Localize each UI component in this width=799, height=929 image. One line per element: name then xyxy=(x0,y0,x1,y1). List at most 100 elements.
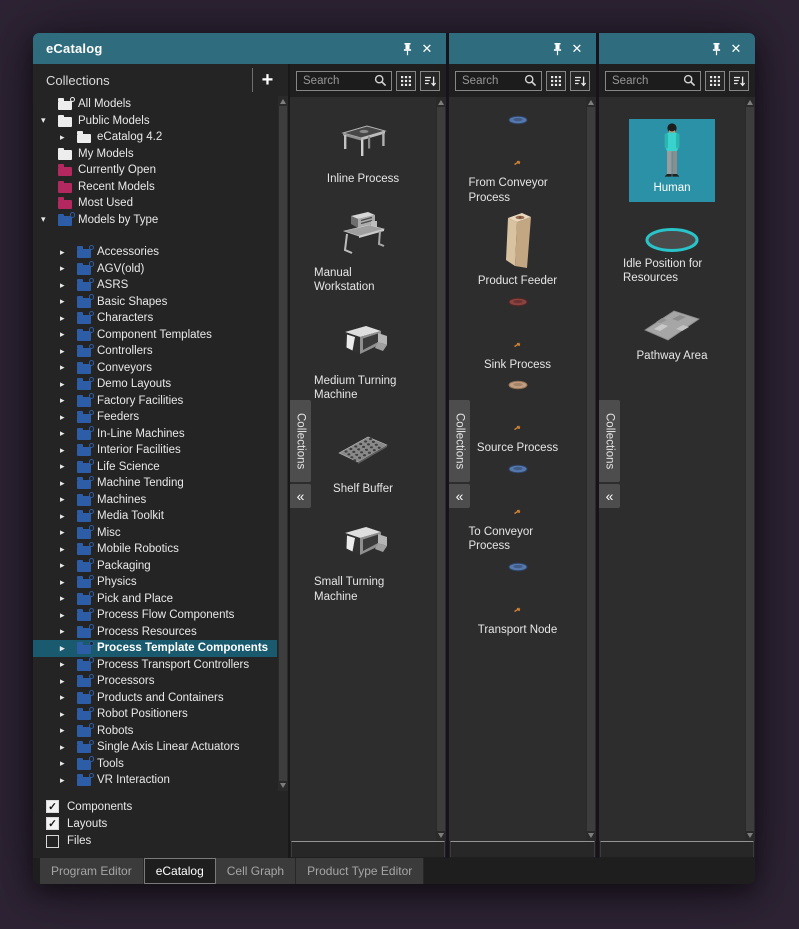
tree-item-process-resources[interactable]: ▸ Process Resources xyxy=(33,624,277,641)
expander-icon[interactable]: ▸ xyxy=(60,346,75,356)
catalog-item-product-feeder[interactable]: Product Feeder xyxy=(449,209,586,289)
tree-item-robot-positioners[interactable]: ▸ Robot Positioners xyxy=(33,706,277,723)
expander-icon[interactable]: ▸ xyxy=(60,445,75,455)
tree-item-most-used[interactable]: Most Used xyxy=(33,195,277,212)
scroll-down-icon[interactable] xyxy=(438,833,444,838)
tree-item-process-transport-controllers[interactable]: ▸ Process Transport Controllers xyxy=(33,657,277,674)
pin-icon[interactable] xyxy=(397,39,417,59)
expander-icon[interactable]: ▸ xyxy=(60,528,75,537)
collections-side-tab[interactable]: Collections « xyxy=(449,400,470,508)
checkbox-layouts[interactable]: ✓ xyxy=(46,817,59,831)
tree-item-models-by-type[interactable]: ▾ Models by Type xyxy=(33,212,277,229)
tab-cell-graph[interactable]: Cell Graph xyxy=(215,858,297,884)
scroll-down-icon[interactable] xyxy=(280,782,286,788)
tree-item-my-models[interactable]: My Models xyxy=(33,146,277,163)
tree-item-component-templates[interactable]: ▸ Component Templates xyxy=(33,327,277,344)
expander-icon[interactable]: ▸ xyxy=(60,247,75,257)
tree-item-physics[interactable]: ▸ Physics xyxy=(33,574,277,591)
catalog-item-small-turning-machine[interactable]: Small Turning Machine xyxy=(290,516,436,604)
tree-item-interior-facilities[interactable]: ▸ Interior Facilities xyxy=(33,442,277,459)
tree-item-controllers[interactable]: ▸ Controllers xyxy=(33,343,277,360)
catalog-item-pathway-area[interactable]: Pathway Area xyxy=(599,302,745,364)
collapse-chevron-icon[interactable]: « xyxy=(449,484,470,508)
add-collection-button[interactable]: + xyxy=(252,68,282,92)
tree-item-characters[interactable]: ▸ Characters xyxy=(33,310,277,327)
expander-icon[interactable]: ▸ xyxy=(60,742,75,752)
scrollbar-thumb[interactable] xyxy=(587,107,595,831)
close-icon[interactable]: ✕ xyxy=(417,39,437,59)
scrollbar-thumb[interactable] xyxy=(279,106,287,781)
expander-icon[interactable]: ▸ xyxy=(60,412,75,422)
expander-icon[interactable]: ▸ xyxy=(60,363,75,372)
expander-icon[interactable]: ▸ xyxy=(60,313,75,323)
tree-item-conveyors[interactable]: ▸ Conveyors xyxy=(33,360,277,377)
checkbox-components[interactable]: ✓ xyxy=(46,800,59,814)
panel-titlebar[interactable]: ✕ xyxy=(449,33,596,64)
side-tab-label[interactable]: Collections xyxy=(599,400,620,482)
sort-button[interactable] xyxy=(729,70,749,91)
expander-icon[interactable]: ▸ xyxy=(60,759,75,768)
expander-icon[interactable]: ▸ xyxy=(60,660,75,669)
expander-icon[interactable]: ▸ xyxy=(60,132,75,142)
expander-icon[interactable]: ▸ xyxy=(60,693,75,702)
scroll-up-icon[interactable] xyxy=(280,99,286,104)
side-tab-label[interactable]: Collections xyxy=(449,400,470,482)
catalog-item-from-conveyor-process[interactable]: From Conveyor Process xyxy=(449,111,586,205)
search-box[interactable] xyxy=(455,70,542,91)
expander-icon[interactable]: ▸ xyxy=(60,462,75,471)
tree-item-media-toolkit[interactable]: ▸ Media Toolkit xyxy=(33,508,277,525)
collapse-chevron-icon[interactable]: « xyxy=(290,484,311,508)
expander-icon[interactable]: ▸ xyxy=(60,511,75,521)
expander-icon[interactable]: ▾ xyxy=(41,116,56,125)
tree-item-recent-models[interactable]: Recent Models xyxy=(33,179,277,196)
expander-icon[interactable]: ▸ xyxy=(60,478,75,488)
pin-icon[interactable] xyxy=(547,39,567,59)
pin-icon[interactable] xyxy=(706,39,726,59)
tree-item-pick-and-place[interactable]: ▸ Pick and Place xyxy=(33,591,277,608)
expander-icon[interactable]: ▸ xyxy=(60,709,75,719)
collapse-chevron-icon[interactable]: « xyxy=(599,484,620,508)
close-icon[interactable]: ✕ xyxy=(567,39,587,59)
side-tab-label[interactable]: Collections xyxy=(290,400,311,482)
expander-icon[interactable]: ▸ xyxy=(60,676,75,686)
grid-view-button[interactable] xyxy=(396,70,416,91)
grid-view-button[interactable] xyxy=(546,70,566,91)
tree-item-packaging[interactable]: ▸ Packaging xyxy=(33,558,277,575)
tree-item-misc[interactable]: ▸ Misc xyxy=(33,525,277,542)
tree-item-machine-tending[interactable]: ▸ Machine Tending xyxy=(33,475,277,492)
expander-icon[interactable]: ▸ xyxy=(60,297,75,306)
tree-item-process-flow-components[interactable]: ▸ Process Flow Components xyxy=(33,607,277,624)
tree-item-factory-facilities[interactable]: ▸ Factory Facilities xyxy=(33,393,277,410)
catalog-item-manual-workstation[interactable]: Manual Workstation xyxy=(290,207,436,295)
tree-item-in-line-machines[interactable]: ▸ In-Line Machines xyxy=(33,426,277,443)
checkbox-files[interactable] xyxy=(46,834,59,848)
tree-item-machines[interactable]: ▸ Machines xyxy=(33,492,277,509)
tab-product-type-editor[interactable]: Product Type Editor xyxy=(296,858,425,884)
tree-item-robots[interactable]: ▸ Robots xyxy=(33,723,277,740)
tree-item-processors[interactable]: ▸ Processors xyxy=(33,673,277,690)
tab-ecatalog[interactable]: eCatalog xyxy=(143,858,216,884)
search-input[interactable] xyxy=(612,74,683,87)
search-box[interactable] xyxy=(296,70,392,91)
expander-icon[interactable]: ▸ xyxy=(60,544,75,554)
catalog-item-idle-position-for-resources[interactable]: Idle Position for Resources xyxy=(599,220,745,286)
expander-icon[interactable]: ▸ xyxy=(60,495,75,504)
expander-icon[interactable]: ▸ xyxy=(60,264,75,273)
close-icon[interactable]: ✕ xyxy=(726,39,746,59)
collections-side-tab[interactable]: Collections « xyxy=(290,400,311,508)
catalog-item-shelf-buffer[interactable]: Shelf Buffer xyxy=(290,423,436,497)
catalog-item-sink-process[interactable]: Sink Process xyxy=(449,293,586,373)
scroll-up-icon[interactable] xyxy=(438,100,444,105)
tree-item-agv-old[interactable]: ▸ AGV(old) xyxy=(33,261,277,278)
expander-icon[interactable]: ▸ xyxy=(60,643,75,653)
tree-item-vr-interaction[interactable]: ▸ VR Interaction xyxy=(33,772,277,789)
expander-icon[interactable]: ▸ xyxy=(60,379,75,389)
tree-item-single-axis-linear-actuators[interactable]: ▸ Single Axis Linear Actuators xyxy=(33,739,277,756)
sort-button[interactable] xyxy=(570,70,590,91)
tree-item-asrs[interactable]: ▸ ASRS xyxy=(33,277,277,294)
scrollbar-thumb[interactable] xyxy=(746,107,754,831)
expander-icon[interactable]: ▸ xyxy=(60,775,75,785)
tab-program-editor[interactable]: Program Editor xyxy=(40,858,144,884)
tree-item-all-models[interactable]: All Models xyxy=(33,96,277,113)
panel-scrollbar[interactable] xyxy=(436,97,446,841)
